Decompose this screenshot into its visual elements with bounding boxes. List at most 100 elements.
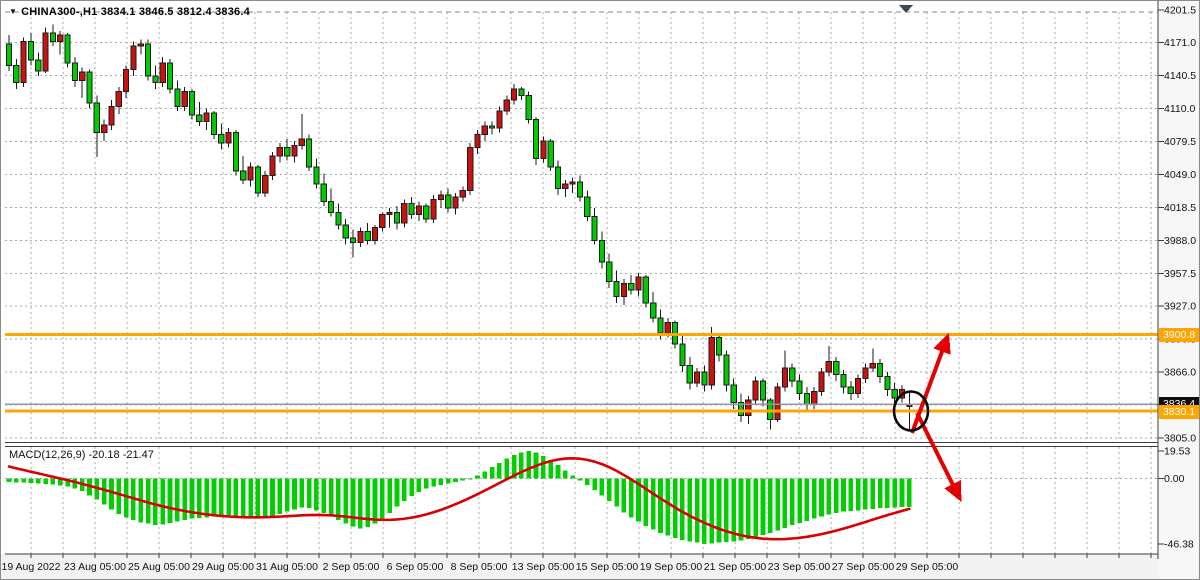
candle-bearish xyxy=(350,238,355,242)
candle-bullish xyxy=(387,212,392,214)
candle-bullish xyxy=(870,363,875,367)
macd-bar xyxy=(797,479,802,523)
candle-bullish xyxy=(116,91,121,106)
macd-bar xyxy=(651,479,656,530)
ohlc-values: 3834.1 3846.5 3812.4 3836.4 xyxy=(101,6,250,18)
candle-bearish xyxy=(519,89,524,95)
candle-bullish xyxy=(497,111,502,128)
candle-bearish xyxy=(211,113,216,135)
macd-bar xyxy=(292,479,297,510)
macd-bar xyxy=(314,479,319,511)
macd-bar xyxy=(182,479,187,521)
macd-bar xyxy=(578,479,583,481)
macd-bar xyxy=(461,479,466,481)
macd-bar xyxy=(504,459,509,479)
macd-bar xyxy=(644,479,649,526)
candle-bearish xyxy=(241,171,246,180)
macd-bar xyxy=(373,479,378,524)
date-label: 19 Sep 05:00 xyxy=(640,561,702,573)
candle-bullish xyxy=(299,139,304,145)
candle-bearish xyxy=(153,76,158,82)
candle-bullish xyxy=(563,184,568,188)
candle-bullish xyxy=(746,400,751,415)
macd-bar xyxy=(900,479,905,508)
candle-bullish xyxy=(380,214,385,227)
macd-bar xyxy=(490,467,495,478)
candle-bullish xyxy=(372,227,377,240)
macd-bar xyxy=(336,479,341,521)
candle-bearish xyxy=(790,368,795,381)
macd-bar xyxy=(790,479,795,526)
macd-bar xyxy=(483,471,488,478)
macd-bar xyxy=(153,479,158,526)
price-tick-label: 4140.5 xyxy=(1164,70,1196,82)
candle-bearish xyxy=(189,91,194,115)
macd-bar xyxy=(431,479,436,487)
symbol-dropdown-icon[interactable]: ▼ xyxy=(9,7,17,16)
macd-bar xyxy=(856,479,861,511)
macd-bar xyxy=(585,479,590,485)
price-tick-label: 3957.5 xyxy=(1164,268,1196,280)
macd-bar xyxy=(746,479,751,540)
macd-bar xyxy=(263,479,268,518)
macd-bar xyxy=(402,479,407,502)
macd-bar xyxy=(160,479,165,525)
resistance-level-flag[interactable]: 3900.8 xyxy=(1159,328,1199,342)
macd-bar xyxy=(775,479,780,531)
candle-bearish xyxy=(321,184,326,201)
macd-bar xyxy=(417,479,422,492)
candle-bearish xyxy=(614,281,619,296)
macd-bar xyxy=(7,479,12,483)
candle-bullish xyxy=(482,126,487,135)
chart-canvas[interactable]: 4201.54171.04140.54110.04079.54049.04018… xyxy=(1,1,1200,580)
macd-bar xyxy=(439,479,444,485)
candle-bullish xyxy=(131,46,136,70)
candle-bearish xyxy=(760,381,765,400)
candle-bearish xyxy=(526,96,531,120)
candle-bearish xyxy=(6,44,11,66)
candle-bullish xyxy=(475,135,480,148)
candle-bullish xyxy=(263,176,268,193)
candle-bearish xyxy=(687,366,692,383)
price-axis-strip xyxy=(1158,1,1200,580)
macd-bar xyxy=(658,479,663,533)
macd-bar xyxy=(358,479,363,529)
candle-bearish xyxy=(175,89,180,106)
candle-bearish xyxy=(577,182,582,197)
candle-bearish xyxy=(555,167,560,189)
macd-bar xyxy=(424,479,429,489)
candle-bearish xyxy=(892,389,897,398)
candle-bullish xyxy=(812,392,817,405)
candle-bearish xyxy=(255,167,260,193)
candle-bearish xyxy=(716,338,721,355)
macd-tick-label: 0.00 xyxy=(1164,473,1185,485)
macd-bar xyxy=(680,479,685,540)
candle-bullish xyxy=(468,147,473,190)
candle-bullish xyxy=(541,141,546,158)
macd-bar xyxy=(248,479,253,518)
date-label: 15 Sep 05:00 xyxy=(576,561,638,573)
macd-bar xyxy=(36,479,41,484)
macd-bar xyxy=(270,479,275,516)
candle-bearish xyxy=(658,318,663,333)
macd-bar xyxy=(827,479,832,515)
price-tick-label: 3866.0 xyxy=(1164,367,1196,379)
macd-bar xyxy=(753,479,758,538)
macd-indicator-label: MACD(12,26,9) -20.18 -21.47 xyxy=(9,449,154,461)
macd-bar xyxy=(219,479,224,516)
support-level-flag[interactable]: 3830.1 xyxy=(1159,405,1199,419)
candle-bullish xyxy=(694,372,699,383)
macd-bar xyxy=(885,479,890,508)
date-label: 29 Aug 05:00 xyxy=(192,561,254,573)
candle-bullish xyxy=(102,125,107,133)
candle-bullish xyxy=(109,106,114,124)
macd-tick-label: -46.38 xyxy=(1164,538,1194,550)
candle-bearish xyxy=(797,381,802,394)
macd-bar xyxy=(204,479,209,518)
macd-bar xyxy=(519,452,524,478)
candle-bearish xyxy=(607,262,612,281)
candle-bearish xyxy=(592,217,597,241)
macd-bar xyxy=(446,479,451,484)
date-label: 13 Sep 05:00 xyxy=(512,561,574,573)
candle-bearish xyxy=(834,361,839,374)
